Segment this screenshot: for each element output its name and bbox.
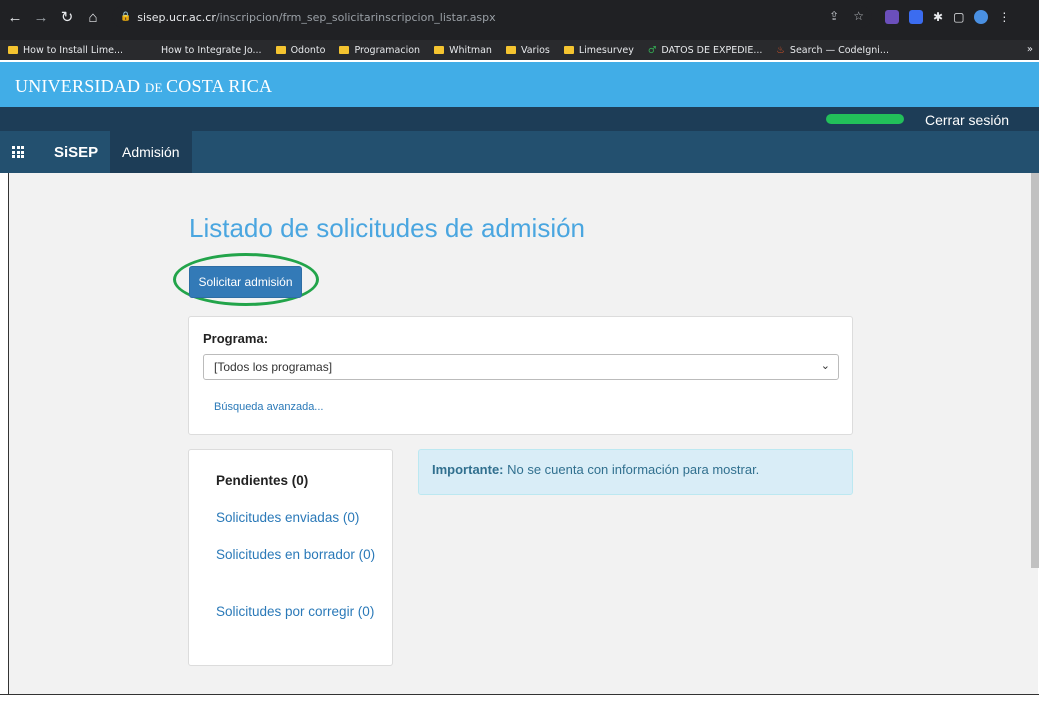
back-icon[interactable]: ← [4, 9, 26, 26]
url-path: /inscripcion/frm_sep_solicitarinscripcio… [215, 10, 496, 24]
flame-icon: ♨ [776, 44, 785, 56]
bookmark-item[interactable]: How to Install Lime... [8, 45, 123, 56]
star-icon[interactable]: ☆ [853, 9, 864, 23]
busqueda-avanzada-link[interactable]: Búsqueda avanzada... [214, 401, 323, 413]
bookmark-label: How to Integrate Jo... [161, 44, 262, 56]
bookmark-item[interactable]: How to Integrate Jo... [161, 45, 262, 56]
menu-item-admision[interactable]: Admisión [110, 131, 192, 173]
alert-strong: Importante: [432, 462, 504, 477]
status-panel: Pendientes (0) Solicitudes enviadas (0) … [188, 449, 393, 666]
bookmark-label: How to Install Lime... [23, 44, 124, 56]
filter-panel: Programa: [Todos los programas] ⌄ Búsque… [188, 316, 853, 435]
more-bookmarks-icon[interactable]: » [1027, 44, 1033, 55]
chevron-down-icon: ⌄ [820, 360, 830, 372]
logo-text: DE [144, 80, 167, 95]
programa-select-value: [Todos los programas] [214, 360, 333, 374]
bookmark-folder[interactable]: Limesurvey [563, 44, 634, 56]
ucr-logo[interactable]: UNIVERSIDAD DE COSTA RICA [15, 76, 272, 97]
share-icon[interactable]: ⇪ [829, 9, 839, 23]
bookmark-folder[interactable]: Whitman [434, 45, 492, 56]
bookmarks-bar: How to Install Lime... How to Integrate … [0, 40, 1039, 60]
bottom-border [0, 694, 1039, 704]
page-content: Listado de solicitudes de admisión Solic… [8, 173, 1038, 694]
menu-icon[interactable]: ⋮ [998, 10, 1010, 24]
bookmark-label: Programacion [354, 44, 421, 56]
bookmark-favicon-icon [8, 46, 18, 54]
folder-icon [505, 46, 516, 54]
logo-text: UNIVERSIDAD [15, 76, 145, 96]
forward-icon[interactable]: → [30, 9, 52, 26]
sidepanel-icon[interactable]: ▢ [953, 10, 964, 24]
session-bar: Cerrar sesión [0, 107, 1039, 131]
bookmark-label: DATOS DE EXPEDIE... [661, 44, 763, 56]
programa-label: Programa: [203, 331, 269, 346]
bookmark-folder[interactable]: Odonto [275, 44, 326, 56]
info-alert: Importante: No se cuenta con información… [418, 449, 853, 495]
main-menu: SiSEP Admisión [0, 131, 1039, 173]
folder-icon [563, 46, 574, 54]
logo-text: COSTA RICA [166, 76, 273, 96]
bookmark-folder[interactable]: Varios [505, 44, 550, 56]
folder-icon [339, 46, 350, 54]
alert-text: No se cuenta con información para mostra… [503, 462, 760, 477]
bookmark-label: Whitman [449, 44, 492, 56]
page-title: Listado de solicitudes de admisión [189, 213, 586, 243]
programa-select[interactable]: [Todos los programas] ⌄ [203, 354, 839, 380]
pendientes-item[interactable]: Pendientes (0) [216, 473, 308, 488]
enviadas-link[interactable]: Solicitudes enviadas (0) [216, 508, 376, 528]
leaf-icon: ♂ [647, 44, 657, 56]
extension-icon[interactable] [909, 10, 923, 24]
url-host: sisep.ucr.ac.cr [137, 10, 216, 24]
bookmark-folder[interactable]: Programacion [339, 45, 420, 56]
page-scrollbar[interactable] [1031, 173, 1039, 568]
redacted-username [826, 114, 904, 124]
apps-grid-icon[interactable] [12, 146, 24, 158]
bookmark-label: Search — CodeIgni... [789, 44, 889, 56]
lock-icon[interactable]: 🔒 [120, 12, 131, 22]
reload-icon[interactable]: ↻ [56, 8, 78, 26]
folder-icon [434, 46, 445, 54]
bookmark-label: Odonto [290, 44, 326, 56]
university-header: UNIVERSIDAD DE COSTA RICA [0, 62, 1039, 107]
solicitar-admision-button[interactable]: Solicitar admisión [189, 266, 302, 298]
borrador-link[interactable]: Solicitudes en borrador (0) [216, 545, 376, 565]
corregir-link[interactable]: Solicitudes por corregir (0) [216, 602, 376, 622]
bookmark-item[interactable]: ♂ DATOS DE EXPEDIE... [648, 45, 763, 56]
bookmark-label: Limesurvey [578, 44, 634, 56]
avatar-icon[interactable] [974, 10, 989, 24]
puzzle-icon[interactable]: ✱ [933, 10, 943, 24]
logout-link[interactable]: Cerrar sesión [925, 112, 1009, 128]
bookmark-label: Varios [520, 44, 550, 56]
home-icon[interactable]: ⌂ [82, 9, 104, 26]
bookmark-item[interactable]: ♨ Search — CodeIgni... [776, 45, 889, 56]
address-bar[interactable]: 🔒 sisep.ucr.ac.cr/inscripcion/frm_sep_so… [112, 6, 872, 28]
extension-icon[interactable] [885, 10, 899, 24]
folder-icon [275, 46, 286, 54]
browser-toolbar: ← → ↻ ⌂ 🔒 sisep.ucr.ac.cr/inscripcion/fr… [0, 0, 1039, 40]
brand-link[interactable]: SiSEP [54, 144, 98, 161]
